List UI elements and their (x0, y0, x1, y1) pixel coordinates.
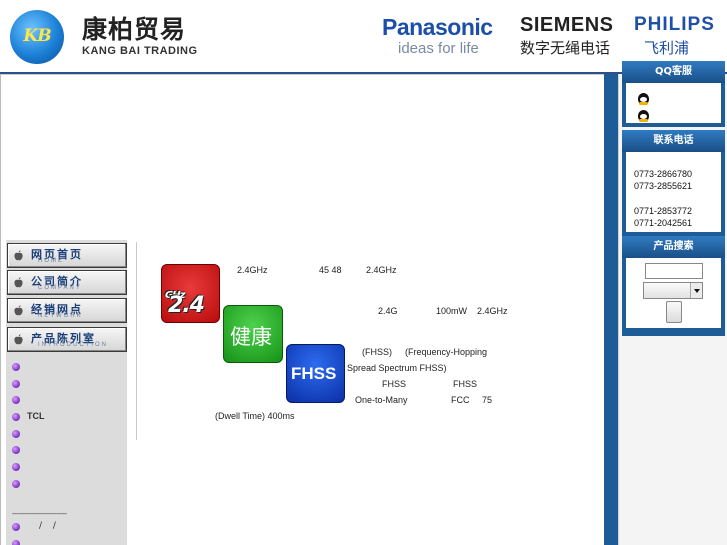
logo-text: KB (23, 26, 51, 46)
feature-text: 100mW (436, 306, 468, 316)
feature-text: 45 48 (319, 265, 342, 275)
product-link-bullet[interactable] (12, 363, 20, 371)
panasonic-logo: Panasonic (382, 14, 493, 40)
search-category-select[interactable] (643, 282, 703, 299)
list-divider: --------------------------- (12, 510, 67, 518)
content-divider (136, 242, 137, 440)
product-link-bullet[interactable] (12, 523, 20, 531)
feature-text: Spread Spectrum FHSS) (347, 363, 447, 373)
feature-text: One-to-Many (355, 395, 408, 405)
feature-text: 2.4GHz (477, 306, 508, 316)
health-badge: 健康 (223, 305, 283, 363)
right-accent-band (604, 74, 618, 545)
philips-logo: PHILIPS (634, 14, 715, 35)
product-link-bullet[interactable] (12, 463, 20, 471)
product-link-bullet[interactable] (12, 413, 20, 421)
nav-label-en: HOME (38, 258, 64, 264)
brand-name-en: KANG BAI TRADING (82, 45, 198, 57)
apple-icon (14, 334, 23, 345)
nav-label-en: NETWORK (38, 313, 83, 319)
badge-health-label: 健康 (230, 325, 272, 349)
search-input[interactable] (645, 263, 703, 279)
phone-number: 0773-2866780 (634, 169, 693, 179)
brand-name-cn: 康柏贸易 (82, 15, 187, 44)
nav-label-en: INTRODUCTION (38, 342, 108, 348)
product-link-bullet[interactable] (12, 540, 20, 545)
siemens-logo: SIEMENS (520, 14, 614, 36)
product-link-bullet[interactable] (12, 446, 20, 454)
phone-number: 0771-2853772 (634, 206, 693, 216)
contact-panel-title: 联系电话 (622, 130, 725, 152)
feature-text: (Frequency-Hopping (405, 347, 488, 357)
search-button[interactable] (666, 301, 682, 323)
feature-text: 2.4GHz (237, 265, 268, 275)
24ghz-badge: 2.4 GHz (161, 264, 220, 323)
feature-text: 2.4GHz (366, 265, 397, 275)
search-panel-title: 产品搜索 (622, 236, 725, 258)
philips-subtitle: 飞利浦 (644, 39, 690, 57)
kb-logo[interactable]: KB (10, 10, 64, 64)
nav-products-button[interactable]: 产品陈列室 INTRODUCTION (7, 327, 127, 352)
product-link-tcl[interactable]: TCL (27, 411, 45, 421)
feature-text: FHSS (382, 379, 407, 389)
product-link-bullet[interactable] (12, 396, 20, 404)
product-link-bullet[interactable] (12, 430, 20, 438)
nav-network-button[interactable]: 经销网点 NETWORK (7, 298, 127, 323)
qq-icon[interactable] (638, 110, 649, 122)
apple-icon (14, 250, 23, 261)
qq-icon[interactable] (638, 93, 649, 105)
header: KB 康柏贸易 KANG BAI TRADING Panasonic ideas… (0, 0, 727, 72)
feature-text: 2.4G (378, 306, 398, 316)
apple-icon (14, 277, 23, 288)
panasonic-tagline: ideas for life (398, 40, 479, 57)
qq-panel-title: QQ客服 (622, 61, 725, 83)
product-link-bullet[interactable] (12, 480, 20, 488)
fhss-badge: FHSS (286, 344, 345, 403)
apple-icon (14, 305, 23, 316)
feature-text: (FHSS) (362, 347, 392, 357)
feature-text: FCC (451, 395, 470, 405)
product-link-separators: / / (39, 521, 56, 531)
phone-number: 0773-2855621 (634, 181, 693, 191)
feature-text: 75 (482, 395, 493, 405)
chevron-down-icon[interactable] (690, 283, 702, 298)
siemens-subtitle: 数字无绳电话 (520, 39, 611, 57)
nav-home-button[interactable]: 网页首页 HOME (7, 243, 127, 268)
nav-label-en: COMPANY (38, 285, 82, 291)
badge-fhss-label: FHSS (291, 364, 337, 383)
product-link-bullet[interactable] (12, 380, 20, 388)
phone-number: 0771-2042561 (634, 218, 693, 228)
nav-company-button[interactable]: 公司简介 COMPANY (7, 270, 127, 295)
feature-text: (Dwell Time) 400ms (215, 411, 295, 421)
feature-text: FHSS (453, 379, 478, 389)
badge-24-value: 2.4 (168, 293, 205, 318)
